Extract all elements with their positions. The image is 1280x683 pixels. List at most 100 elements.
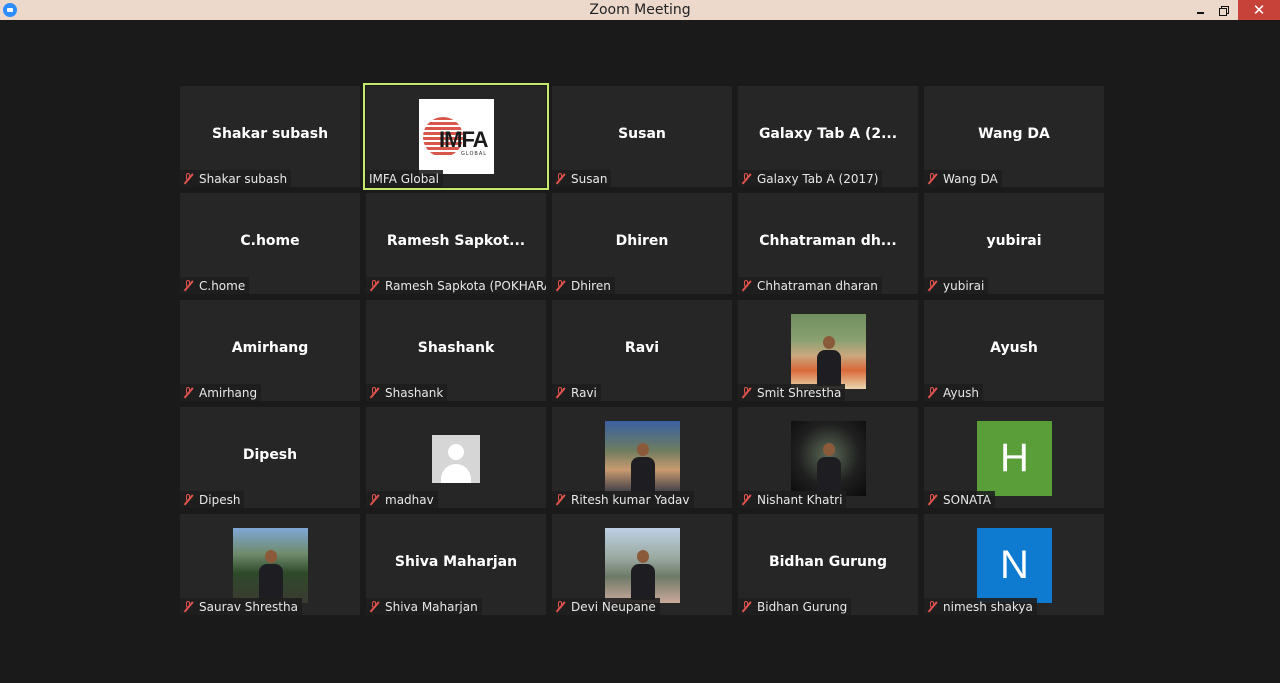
participant-tile[interactable]: Wang DA Wang DA (924, 86, 1104, 187)
mic-muted-icon (183, 172, 193, 185)
participant-tile[interactable]: Dhiren Dhiren (552, 193, 732, 294)
participant-label: Galaxy Tab A (2017) (738, 170, 883, 187)
mic-muted-icon (927, 600, 937, 613)
mic-muted-icon (741, 386, 751, 399)
participant-tile[interactable]: Chhatraman dh... Chhatraman dharan (738, 193, 918, 294)
participant-tile[interactable]: Saurav Shrestha (180, 514, 360, 615)
participant-label: nimesh shakya (924, 598, 1037, 615)
participant-tile[interactable]: N nimesh shakya (924, 514, 1104, 615)
participant-tile[interactable]: Smit Shrestha (738, 300, 918, 401)
participant-display-name: Bidhan Gurung (768, 554, 888, 570)
participant-label: yubirai (924, 277, 989, 294)
imfa-logo: IMFA GLOBAL (419, 99, 494, 174)
person-silhouette (631, 550, 655, 600)
mic-muted-icon (369, 600, 379, 613)
participant-label: Susan (552, 170, 612, 187)
participant-tile[interactable]: Ramesh Sapkot... Ramesh Sapkota (POKHARA… (366, 193, 546, 294)
person-silhouette (817, 443, 841, 493)
person-silhouette (259, 550, 283, 600)
participant-tile[interactable]: Nishant Khatri (738, 407, 918, 508)
participant-name: Bidhan Gurung (757, 599, 848, 614)
letter-avatar: H (977, 421, 1052, 496)
participant-label: Bidhan Gurung (738, 598, 852, 615)
mic-muted-icon (555, 386, 565, 399)
participant-tile[interactable]: Ayush Ayush (924, 300, 1104, 401)
participant-label: Amirhang (180, 384, 262, 401)
mic-muted-icon (183, 279, 193, 292)
participant-tile[interactable]: Shiva Maharjan Shiva Maharjan (366, 514, 546, 615)
participant-name: Nishant Khatri (757, 492, 843, 507)
profile-photo (233, 528, 308, 603)
participant-name: Galaxy Tab A (2017) (757, 171, 879, 186)
participant-tile[interactable]: Ravi Ravi (552, 300, 732, 401)
participant-display-name: Wang DA (978, 126, 1050, 142)
participant-tile[interactable]: yubirai yubirai (924, 193, 1104, 294)
participant-name: Amirhang (199, 385, 258, 400)
participant-label: Shakar subash (180, 170, 292, 187)
logo-text: IMFA (439, 127, 489, 152)
participant-tile[interactable]: Shashank Shashank (366, 300, 546, 401)
participant-label: SONATA (924, 491, 995, 508)
participant-name: C.home (199, 278, 246, 293)
participant-name: Shakar subash (199, 171, 288, 186)
participant-name: Shashank (385, 385, 444, 400)
participant-label: Shashank (366, 384, 448, 401)
participant-display-name: Galaxy Tab A (2... (758, 126, 898, 142)
participant-tile[interactable]: Bidhan Gurung Bidhan Gurung (738, 514, 918, 615)
participant-label: Devi Neupane (552, 598, 660, 615)
mic-muted-icon (555, 493, 565, 506)
participant-name: Ramesh Sapkota (POKHARA) (385, 278, 546, 293)
participant-label: Wang DA (924, 170, 1002, 187)
participant-label: Saurav Shrestha (180, 598, 302, 615)
participant-tile[interactable]: C.home C.home (180, 193, 360, 294)
participant-tile[interactable]: Susan Susan (552, 86, 732, 187)
default-avatar-icon (432, 435, 480, 483)
mic-muted-icon (741, 172, 751, 185)
participant-display-name: yubirai (986, 233, 1042, 249)
mic-muted-icon (183, 493, 193, 506)
mic-muted-icon (927, 493, 937, 506)
logo-subtext: GLOBAL (461, 151, 488, 157)
participant-tile[interactable]: Devi Neupane (552, 514, 732, 615)
participant-tile[interactable]: Galaxy Tab A (2... Galaxy Tab A (2017) (738, 86, 918, 187)
participant-label: Ayush (924, 384, 983, 401)
participant-display-name: Shakar subash (211, 126, 329, 142)
mic-muted-icon (369, 493, 379, 506)
mic-muted-icon (555, 172, 565, 185)
participant-tile[interactable]: H SONATA (924, 407, 1104, 508)
participant-name: IMFA Global (369, 171, 439, 186)
mic-muted-icon (555, 279, 565, 292)
participant-tile[interactable]: Shakar subash Shakar subash (180, 86, 360, 187)
participant-display-name: Shashank (417, 340, 495, 356)
participant-display-name: Shiva Maharjan (394, 554, 518, 570)
mic-muted-icon (741, 600, 751, 613)
participant-label: Chhatraman dharan (738, 277, 882, 294)
mic-muted-icon (183, 600, 193, 613)
participant-name: Wang DA (943, 171, 998, 186)
participant-display-name: Amirhang (231, 340, 309, 356)
mic-muted-icon (927, 279, 937, 292)
mic-muted-icon (555, 600, 565, 613)
mic-muted-icon (741, 493, 751, 506)
participant-display-name: Dipesh (242, 447, 298, 463)
participant-tile[interactable]: Amirhang Amirhang (180, 300, 360, 401)
participant-tile-active-speaker[interactable]: IMFA GLOBAL IMFA Global (363, 83, 549, 190)
participant-tile[interactable]: Dipesh Dipesh (180, 407, 360, 508)
mic-muted-icon (369, 386, 379, 399)
participant-display-name: Ramesh Sapkot... (386, 233, 526, 249)
close-button[interactable]: ✕ (1238, 0, 1280, 20)
participant-display-name: C.home (240, 233, 300, 249)
participant-name: yubirai (943, 278, 985, 293)
participant-name: Saurav Shrestha (199, 599, 298, 614)
participant-tile[interactable]: Ritesh kumar Yadav (552, 407, 732, 508)
participant-name: Shiva Maharjan (385, 599, 478, 614)
mic-muted-icon (369, 279, 379, 292)
mic-muted-icon (927, 172, 937, 185)
mic-muted-icon (741, 279, 751, 292)
participant-name: Susan (571, 171, 608, 186)
mic-muted-icon (183, 386, 193, 399)
participant-display-name: Susan (618, 126, 666, 142)
participant-tile[interactable]: madhav (366, 407, 546, 508)
restore-button[interactable] (1210, 0, 1240, 20)
participant-label: Ravi (552, 384, 601, 401)
